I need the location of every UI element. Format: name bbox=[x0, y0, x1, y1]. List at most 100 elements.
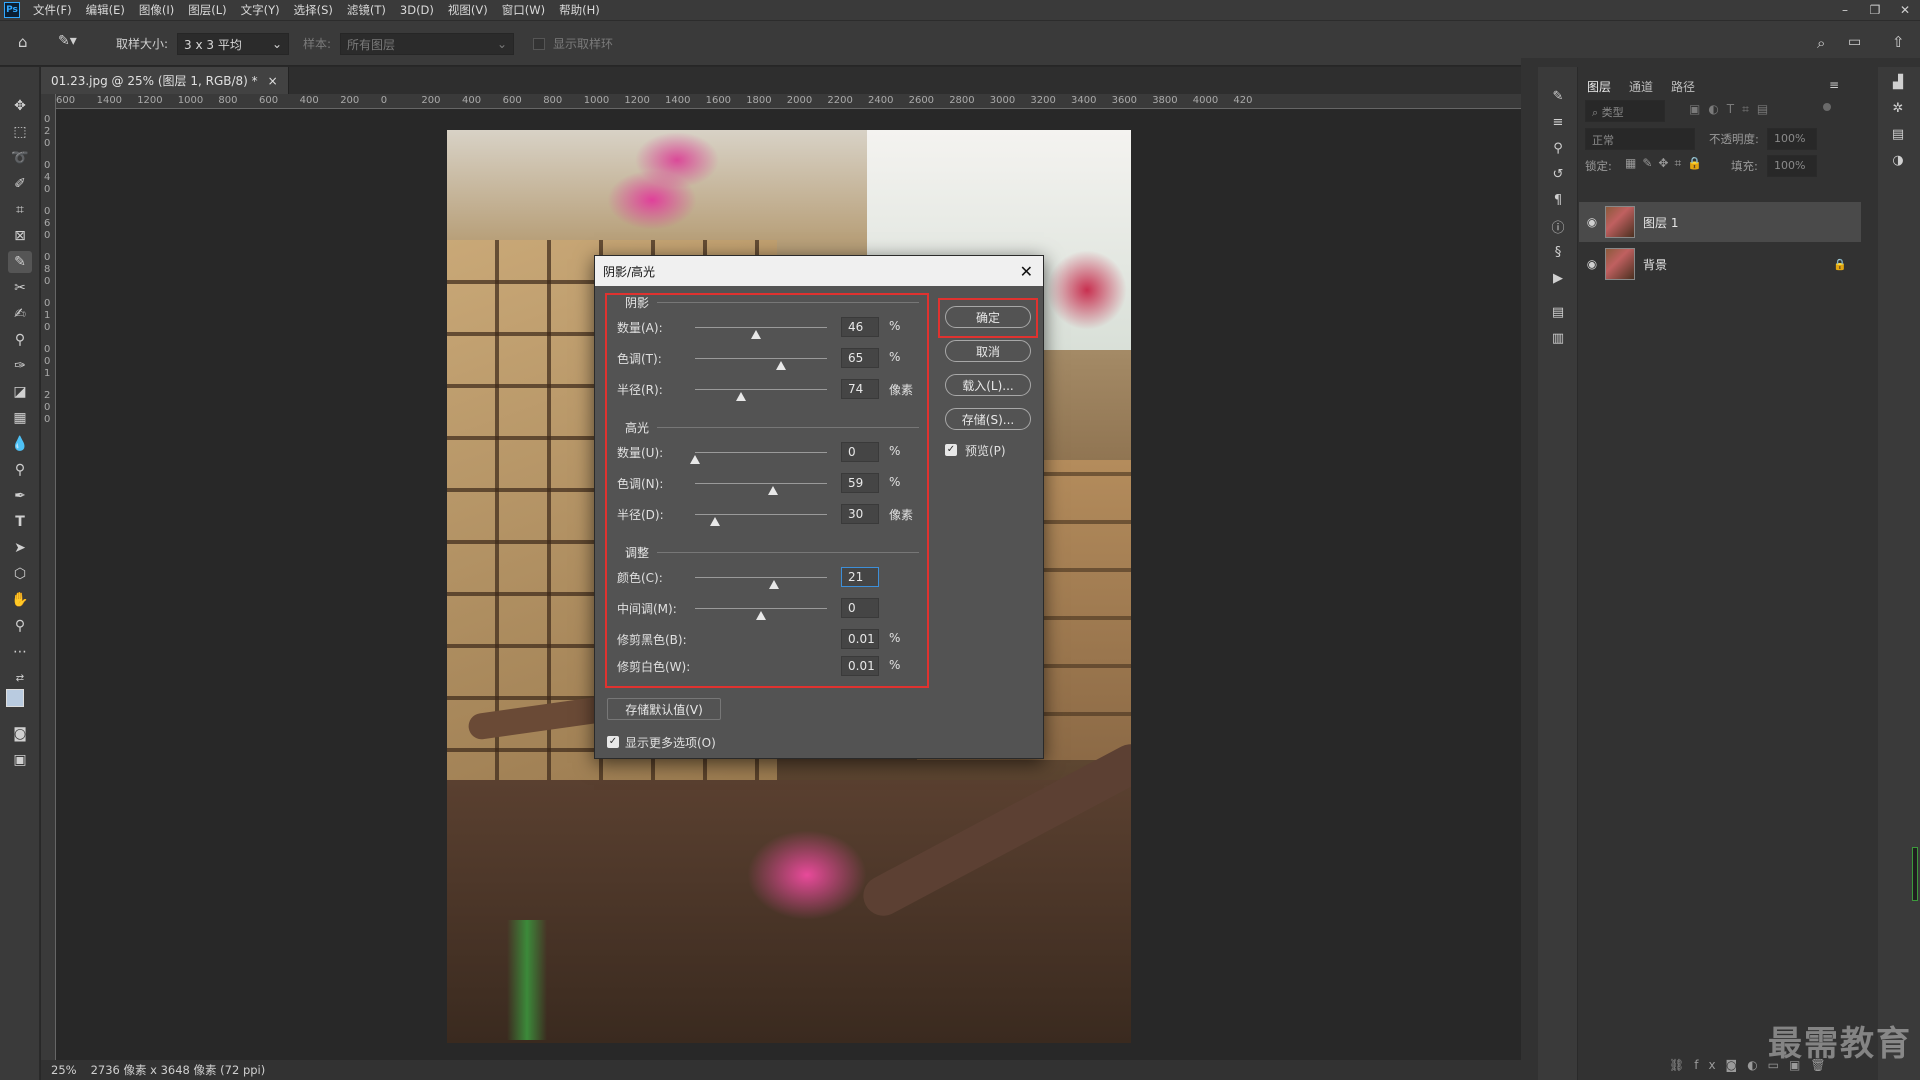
menu-view[interactable]: 视图(V) bbox=[441, 0, 495, 20]
highlights-tone-thumb[interactable] bbox=[767, 486, 778, 495]
workspace-icon[interactable]: ▭ bbox=[1848, 34, 1861, 50]
minimize-button[interactable]: – bbox=[1830, 0, 1860, 20]
lasso-tool-icon[interactable]: ➰ bbox=[8, 147, 32, 169]
actions-play-icon[interactable]: ▶ bbox=[1548, 269, 1568, 287]
shadows-tone-thumb[interactable] bbox=[775, 361, 786, 370]
ok-button[interactable]: 确定 bbox=[945, 306, 1031, 328]
menu-filter[interactable]: 滤镜(T) bbox=[340, 0, 393, 20]
info-icon[interactable]: ⓘ bbox=[1548, 217, 1568, 236]
navigator-icon[interactable]: ✲ bbox=[1888, 99, 1908, 117]
properties-icon[interactable]: ▤ bbox=[1888, 125, 1908, 143]
shadows-amount-thumb[interactable] bbox=[750, 330, 761, 339]
quick-select-tool-icon[interactable]: ✐ bbox=[8, 173, 32, 195]
highlights-amount-slider[interactable] bbox=[695, 452, 827, 453]
brush-settings-icon[interactable]: ✎ bbox=[1548, 87, 1568, 105]
shadows-amount-slider[interactable] bbox=[695, 327, 827, 328]
preview-checkbox[interactable]: ✓ bbox=[945, 444, 957, 456]
restore-button[interactable]: ❐ bbox=[1860, 0, 1890, 20]
shadows-tone-slider[interactable] bbox=[695, 358, 827, 359]
midtone-thumb[interactable] bbox=[756, 611, 766, 620]
menu-window[interactable]: 窗口(W) bbox=[495, 0, 552, 20]
clone-source-icon[interactable]: ⚲ bbox=[1548, 139, 1568, 157]
scroll-indicator[interactable] bbox=[1912, 847, 1918, 901]
type-tool-icon[interactable]: T bbox=[8, 511, 32, 533]
share-icon[interactable]: ⇧ bbox=[1892, 33, 1905, 51]
highlights-amount-thumb[interactable] bbox=[690, 455, 700, 464]
midtone-slider[interactable] bbox=[695, 608, 827, 609]
save-defaults-button[interactable]: 存储默认值(V) bbox=[607, 698, 721, 720]
shadows-radius-input[interactable]: 74 bbox=[841, 379, 879, 399]
brush-tool-icon[interactable]: ✍ bbox=[8, 303, 32, 325]
menu-select[interactable]: 选择(S) bbox=[287, 0, 340, 20]
shape-tool-icon[interactable]: ⬡ bbox=[8, 563, 32, 585]
dodge-tool-icon[interactable]: ⚲ bbox=[8, 459, 32, 481]
layer-row[interactable]: ◉ 背景 🔒 bbox=[1579, 244, 1861, 284]
clone-stamp-tool-icon[interactable]: ⚲ bbox=[8, 329, 32, 351]
color-correction-thumb[interactable] bbox=[769, 580, 780, 589]
cancel-button[interactable]: 取消 bbox=[945, 340, 1031, 362]
crop-tool-icon[interactable]: ⌗ bbox=[8, 199, 32, 221]
home-icon[interactable]: ⌂ bbox=[18, 33, 38, 53]
filter-toggle-icon[interactable] bbox=[1823, 103, 1831, 111]
close-icon[interactable]: ✕ bbox=[1020, 262, 1033, 281]
menu-layer[interactable]: 图层(L) bbox=[181, 0, 233, 20]
zoom-tool-icon[interactable]: ⚲ bbox=[8, 615, 32, 637]
marquee-tool-icon[interactable]: ⬚ bbox=[8, 121, 32, 143]
opacity-input[interactable]: 100% bbox=[1767, 128, 1817, 150]
save-button[interactable]: 存储(S)... bbox=[945, 408, 1031, 430]
document-tab[interactable]: 01.23.jpg @ 25% (图层 1, RGB/8) * × bbox=[41, 67, 289, 94]
highlights-tone-input[interactable]: 59 bbox=[841, 473, 879, 493]
history-icon[interactable]: ↺ bbox=[1548, 165, 1568, 183]
panel-menu-icon[interactable]: ≡ bbox=[1829, 78, 1839, 92]
clip-white-input[interactable]: 0.01 bbox=[841, 656, 879, 676]
pen-tool-icon[interactable]: ✒ bbox=[8, 485, 32, 507]
eyedropper-preset-icon[interactable]: ✎▾ bbox=[58, 33, 88, 53]
more-tools-icon[interactable]: ⋯ bbox=[8, 641, 32, 663]
search-icon[interactable]: ⌕ bbox=[1817, 34, 1825, 52]
close-tab-icon[interactable]: × bbox=[268, 74, 278, 88]
highlights-radius-input[interactable]: 30 bbox=[841, 504, 879, 524]
shadows-tone-input[interactable]: 65 bbox=[841, 348, 879, 368]
tab-paths[interactable]: 路径 bbox=[1671, 78, 1695, 95]
blend-mode-select[interactable]: 正常 bbox=[1585, 128, 1695, 150]
document-info[interactable]: 2736 像素 x 3648 像素 (72 ppi) bbox=[91, 1062, 266, 1078]
healing-tool-icon[interactable]: ✂ bbox=[8, 277, 32, 299]
character-icon[interactable]: ¶ bbox=[1548, 191, 1568, 209]
color-correction-slider[interactable] bbox=[695, 577, 827, 578]
path-select-tool-icon[interactable]: ➤ bbox=[8, 537, 32, 559]
move-tool-icon[interactable]: ✥ bbox=[8, 95, 32, 117]
close-window-button[interactable]: ✕ bbox=[1890, 0, 1920, 20]
foreground-color-swatch[interactable] bbox=[6, 689, 24, 707]
shadows-radius-thumb[interactable] bbox=[736, 392, 747, 401]
tab-layers[interactable]: 图层 bbox=[1587, 78, 1611, 95]
history-brush-tool-icon[interactable]: ✑ bbox=[8, 355, 32, 377]
layer-row[interactable]: ◉ 图层 1 bbox=[1579, 202, 1861, 242]
color-correction-input[interactable]: 21 bbox=[841, 567, 879, 587]
clip-black-input[interactable]: 0.01 bbox=[841, 629, 879, 649]
glyphs-icon[interactable]: § bbox=[1548, 243, 1568, 261]
eraser-tool-icon[interactable]: ◪ bbox=[8, 381, 32, 403]
gradient-tool-icon[interactable]: ▦ bbox=[8, 407, 32, 429]
frame-tool-icon[interactable]: ⊠ bbox=[8, 225, 32, 247]
highlights-tone-slider[interactable] bbox=[695, 483, 827, 484]
color-wheel-icon[interactable]: ◑ bbox=[1888, 151, 1908, 169]
hand-tool-icon[interactable]: ✋ bbox=[8, 589, 32, 611]
tab-channels[interactable]: 通道 bbox=[1629, 78, 1653, 95]
sample-select[interactable]: 所有图层 ⌄ bbox=[340, 33, 514, 55]
libraries-icon[interactable]: ▤ bbox=[1548, 303, 1568, 321]
swap-colors-icon[interactable]: ⇄ bbox=[8, 667, 32, 689]
eye-icon[interactable]: ◉ bbox=[1579, 215, 1605, 229]
midtone-input[interactable]: 0 bbox=[841, 598, 879, 618]
shadows-radius-slider[interactable] bbox=[695, 389, 827, 390]
eye-icon[interactable]: ◉ bbox=[1579, 257, 1605, 271]
highlights-radius-slider[interactable] bbox=[695, 514, 827, 515]
eyedropper-tool-icon[interactable]: ✎ bbox=[8, 251, 32, 273]
quick-mask-icon[interactable]: ◙ bbox=[8, 723, 32, 745]
menu-help[interactable]: 帮助(H) bbox=[552, 0, 607, 20]
more-options-checkbox[interactable]: ✓ bbox=[607, 736, 619, 748]
show-ring-checkbox[interactable] bbox=[533, 38, 545, 50]
lock-icons[interactable]: ▦✎✥⌗🔒 bbox=[1625, 156, 1708, 171]
load-button[interactable]: 载入(L)... bbox=[945, 374, 1031, 396]
filter-type-icons[interactable]: ▣◐T⌗▤ bbox=[1689, 102, 1776, 117]
menu-file[interactable]: 文件(F) bbox=[26, 0, 79, 20]
